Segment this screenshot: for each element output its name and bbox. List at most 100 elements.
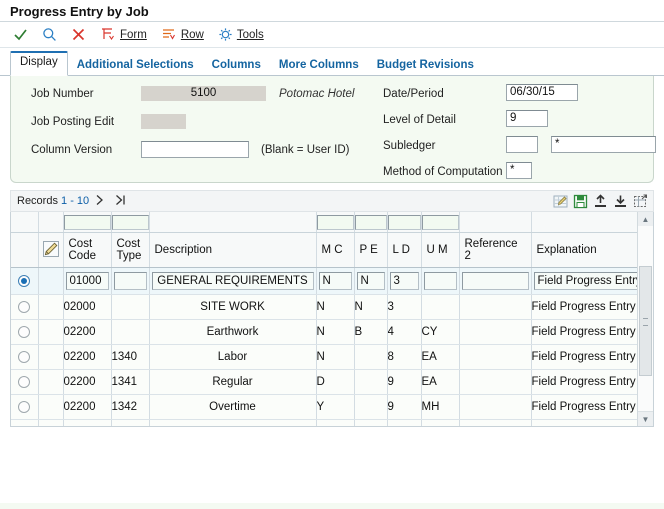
filter-cost-type-input[interactable]	[112, 215, 149, 230]
cell-cost-code[interactable]: 01000	[63, 268, 111, 295]
cell-explanation[interactable]: Field Progress Entry	[531, 395, 645, 420]
cell-reference2[interactable]	[459, 370, 531, 395]
header-description[interactable]: Description	[149, 233, 316, 268]
cell-ld[interactable]: 3	[387, 268, 421, 295]
cell-description[interactable]: GENERAL REQUIREMENTS	[149, 268, 316, 295]
tab-display[interactable]: Display	[10, 51, 68, 76]
cell-mc[interactable]: N	[316, 320, 354, 345]
cell-explanation[interactable]: Field Progress Entry	[531, 295, 645, 320]
cell-um[interactable]: EA	[421, 370, 459, 395]
cell-explanation[interactable]: Field Progress Entry	[531, 268, 645, 295]
table-row[interactable]: 02200 Earthwork N B 4 CY Field Progress …	[11, 320, 645, 345]
cell-cost-type[interactable]: 1343	[111, 420, 149, 428]
cell-pe[interactable]: N	[354, 295, 387, 320]
row-select-radio[interactable]	[11, 268, 38, 295]
cell-ld[interactable]: 3	[387, 295, 421, 320]
filter-pe[interactable]	[354, 212, 387, 233]
cell-pe-value[interactable]: N	[357, 272, 385, 290]
cell-cost-type[interactable]: 1341	[111, 370, 149, 395]
cell-description[interactable]: Labor	[149, 345, 316, 370]
filter-ld[interactable]	[387, 212, 421, 233]
radio-icon[interactable]	[18, 326, 30, 338]
filter-ld-input[interactable]	[388, 215, 421, 230]
save-icon[interactable]	[572, 193, 589, 210]
cell-description[interactable]: Earthwork	[149, 320, 316, 345]
cell-ld[interactable]: 9	[387, 395, 421, 420]
grid-edit-icon[interactable]	[552, 193, 569, 210]
row-select-radio[interactable]	[11, 295, 38, 320]
filter-cost-code[interactable]	[63, 212, 111, 233]
scroll-up-icon[interactable]: ▲	[638, 212, 653, 227]
cancel-button[interactable]	[64, 24, 93, 46]
filter-mc-input[interactable]	[317, 215, 354, 230]
row-edit-cell[interactable]	[38, 395, 63, 420]
cell-um[interactable]: MH	[421, 395, 459, 420]
row-edit-cell[interactable]	[38, 320, 63, 345]
row-edit-cell[interactable]	[38, 268, 63, 295]
expand-grid-icon[interactable]	[632, 193, 649, 210]
tab-additional-selections[interactable]: Additional Selections	[68, 55, 203, 76]
radio-icon[interactable]	[18, 376, 30, 388]
import-icon[interactable]	[612, 193, 629, 210]
cell-mc[interactable]: D	[316, 370, 354, 395]
cell-pe[interactable]	[354, 345, 387, 370]
row-select-radio[interactable]	[11, 395, 38, 420]
level-of-detail-input[interactable]: 9	[506, 110, 548, 127]
header-explanation[interactable]: Explanation	[531, 233, 645, 268]
header-cost-type[interactable]: Cost Type	[111, 233, 149, 268]
tab-more-columns[interactable]: More Columns	[270, 55, 368, 76]
filter-pe-input[interactable]	[355, 215, 387, 230]
cell-cost-code[interactable]: 02000	[63, 295, 111, 320]
cell-mc[interactable]: N	[316, 268, 354, 295]
row-edit-cell[interactable]	[38, 420, 63, 428]
header-cost-code[interactable]: Cost Code	[63, 233, 111, 268]
cell-cost-code[interactable]: 02200	[63, 395, 111, 420]
cell-mc-value[interactable]: N	[319, 272, 352, 290]
cell-explanation[interactable]: Field Progress Entry	[531, 320, 645, 345]
cell-ld-value[interactable]: 3	[390, 272, 419, 290]
radio-icon[interactable]	[18, 275, 30, 287]
cell-explanation[interactable]: Field Progress Entry	[531, 370, 645, 395]
header-reference2[interactable]: Reference 2	[459, 233, 531, 268]
cell-cost-type[interactable]: 1342	[111, 395, 149, 420]
cell-pe[interactable]	[354, 420, 387, 428]
table-row[interactable]: 02200 1340 Labor N 8 EA Field Progress E…	[11, 345, 645, 370]
row-select-radio[interactable]	[11, 345, 38, 370]
export-icon[interactable]	[592, 193, 609, 210]
cell-mc[interactable]: N	[316, 345, 354, 370]
header-row-edit-column[interactable]	[38, 233, 63, 268]
job-posting-edit-field[interactable]	[141, 114, 186, 129]
cell-um[interactable]	[421, 268, 459, 295]
filter-mc[interactable]	[316, 212, 354, 233]
tab-budget-revisions[interactable]: Budget Revisions	[368, 55, 483, 76]
cell-reference2[interactable]	[459, 345, 531, 370]
cell-description-value[interactable]: GENERAL REQUIREMENTS	[152, 272, 314, 290]
row-select-radio[interactable]	[11, 320, 38, 345]
cell-description[interactable]: Burden	[149, 420, 316, 428]
scrollbar-thumb[interactable]	[639, 266, 652, 376]
cell-reference2[interactable]	[459, 268, 531, 295]
cell-reference2-value[interactable]	[462, 272, 529, 290]
filter-cost-type[interactable]	[111, 212, 149, 233]
radio-icon[interactable]	[18, 401, 30, 413]
subledger-input[interactable]	[506, 136, 538, 153]
column-version-input[interactable]	[141, 141, 249, 158]
find-button[interactable]	[35, 24, 64, 46]
table-row[interactable]: 02200 1343 Burden W 9 Field Progress Ent…	[11, 420, 645, 428]
cell-um-value[interactable]	[424, 272, 457, 290]
cell-explanation[interactable]: Field Progress Entry	[531, 345, 645, 370]
job-number-field[interactable]: 5100	[141, 86, 266, 101]
cell-pe[interactable]	[354, 370, 387, 395]
table-row[interactable]: 02000 SITE WORK N N 3 Field Progress Ent…	[11, 295, 645, 320]
header-mc[interactable]: M C	[316, 233, 354, 268]
table-row[interactable]: 02200 1342 Overtime Y 9 MH Field Progres…	[11, 395, 645, 420]
cell-cost-code-value[interactable]: 01000	[66, 272, 109, 290]
tab-columns[interactable]: Columns	[203, 55, 270, 76]
cell-explanation[interactable]: Field Progress Entry	[531, 420, 645, 428]
cell-cost-code[interactable]: 02200	[63, 345, 111, 370]
cell-reference2[interactable]	[459, 320, 531, 345]
ok-check-button[interactable]	[6, 24, 35, 46]
filter-um-input[interactable]	[422, 215, 459, 230]
row-select-radio[interactable]	[11, 370, 38, 395]
filter-um[interactable]	[421, 212, 459, 233]
